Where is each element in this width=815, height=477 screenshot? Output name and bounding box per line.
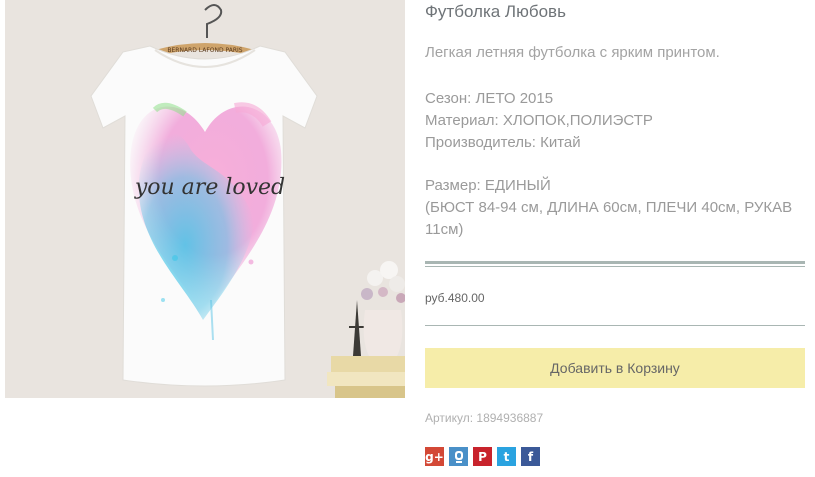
add-to-cart-button[interactable]: Добавить в Корзину [425,348,805,388]
spec-manufacturer: Производитель: Китай [425,134,581,151]
product-sku: Артикул: 1894936887 [425,411,544,425]
size-measurements: (БЮСТ 84-94 см, ДЛИНА 60см, ПЛЕЧИ 40см, … [425,199,793,238]
product-description: Легкая летняя футболка с ярким принтом. [425,44,720,61]
twitter-icon[interactable]: t [497,447,516,466]
product-specs: Сезон: ЛЕТО 2015 Материал: ХЛОПОК,ПОЛИЭС… [425,88,653,154]
print-text: you are loved [134,175,285,200]
pinterest-icon[interactable]: P [473,447,492,466]
product-size: Размер: ЕДИНЫЙ (БЮСТ 84-94 см, ДЛИНА 60с… [425,175,805,241]
size-label: Размер: ЕДИНЫЙ [425,177,551,194]
product-title: Футболка Любовь [425,2,566,21]
spec-season: Сезон: ЛЕТО 2015 [425,90,554,107]
google-plus-icon[interactable]: g+ [425,447,444,466]
facebook-icon[interactable]: f [521,447,540,466]
divider [425,325,805,326]
product-image[interactable]: BERNARD LAFOND PARIS you are loved [5,0,405,398]
odnoklassniki-icon[interactable] [449,447,468,466]
product-price: руб.480.00 [425,291,485,305]
tshirt-photo: BERNARD LAFOND PARIS you are loved [5,0,405,398]
divider-double [425,261,805,267]
share-buttons: g+ P t f [425,447,540,467]
hanger-label: BERNARD LAFOND PARIS [167,47,242,54]
spec-material: Материал: ХЛОПОК,ПОЛИЭСТР [425,112,653,129]
